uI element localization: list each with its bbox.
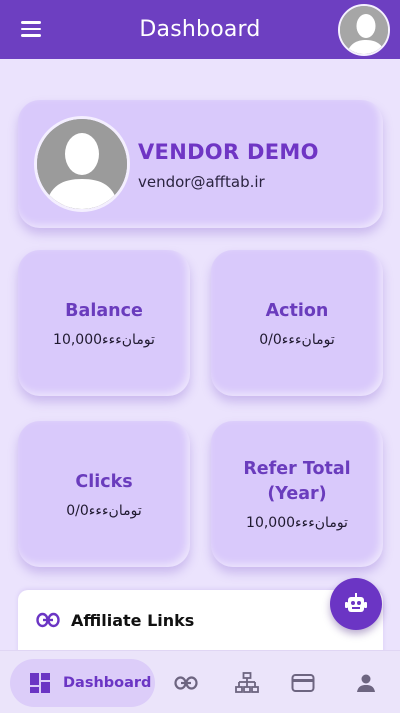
sitemap-icon xyxy=(235,672,259,693)
menu-icon-line xyxy=(21,27,41,31)
assistant-button[interactable] xyxy=(330,578,382,630)
user-silhouette-icon xyxy=(340,6,388,54)
stat-title: Refer Total (Year) xyxy=(243,459,351,504)
nav-item-links[interactable] xyxy=(173,671,199,695)
user-silhouette-icon xyxy=(37,119,127,209)
robot-icon xyxy=(345,593,367,612)
nav-item-profile[interactable] xyxy=(353,671,379,695)
link-icon xyxy=(36,612,60,628)
bottom-navigation: Dashboard xyxy=(0,650,400,713)
vendor-email: vendor@afftab.ir xyxy=(138,173,265,191)
nav-item-network[interactable] xyxy=(234,671,260,695)
stat-value: 10,000تومانءءء xyxy=(246,515,348,531)
profile-card: VENDOR DEMO vendor@afftab.ir xyxy=(18,100,383,228)
menu-button[interactable] xyxy=(12,15,50,43)
app-root: Dashboard VENDOR DEMO vendor@afftab.ir B… xyxy=(0,0,400,713)
stat-title: Clicks xyxy=(75,471,133,492)
stat-card-balance[interactable]: Balance 10,000تومانءءء xyxy=(18,250,190,396)
stat-title: Action xyxy=(265,300,329,321)
stat-card-action[interactable]: Action 0/0تومانءءء xyxy=(211,250,383,396)
profile-avatar xyxy=(34,116,130,212)
menu-icon-line xyxy=(21,21,41,24)
stat-card-refer-total[interactable]: Refer Total (Year) 10,000تومانءءء xyxy=(211,421,383,567)
header-avatar[interactable] xyxy=(338,4,390,56)
vendor-name: VENDOR DEMO xyxy=(138,140,319,164)
stat-value: 10,000تومانءءء xyxy=(53,331,155,348)
stat-value: 0/0تومانءءء xyxy=(259,331,335,348)
nav-item-dashboard[interactable]: Dashboard xyxy=(10,659,155,707)
menu-icon-line xyxy=(21,34,41,37)
top-app-bar: Dashboard xyxy=(0,0,400,59)
nav-item-wallet[interactable] xyxy=(290,671,316,695)
page-title: Dashboard xyxy=(139,17,261,42)
wallet-icon xyxy=(291,674,315,692)
nav-item-dashboard-label: Dashboard xyxy=(63,675,152,691)
stat-value: 0/0تومانءءء xyxy=(66,502,142,519)
stat-card-clicks[interactable]: Clicks 0/0تومانءءء xyxy=(18,421,190,567)
stat-title: Balance xyxy=(65,300,143,321)
affiliate-links-title: Affiliate Links xyxy=(71,611,195,630)
link-icon xyxy=(174,676,198,690)
dashboard-icon xyxy=(30,673,50,693)
user-icon xyxy=(357,674,375,692)
